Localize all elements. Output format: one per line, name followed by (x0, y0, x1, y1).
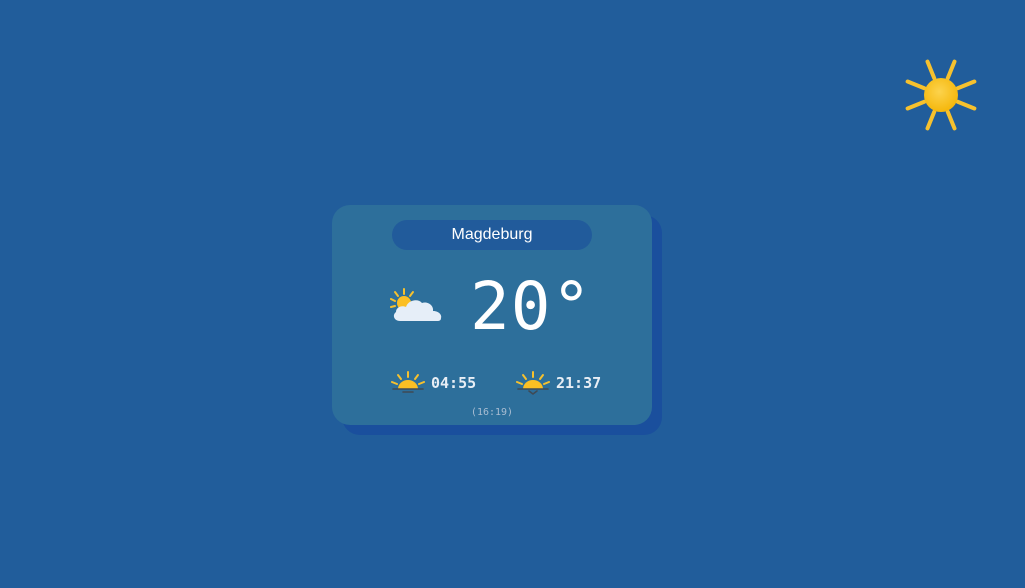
sunset-icon (516, 371, 550, 395)
city-name[interactable]: Magdeburg (392, 220, 592, 250)
sunset-time: 21:37 (556, 374, 602, 392)
sun-icon (905, 59, 977, 131)
last-updated: (16:19) (470, 407, 514, 418)
partly-cloudy-icon (390, 288, 442, 321)
temperature: 20° (470, 268, 593, 345)
sunrise: 04:55 (389, 369, 489, 395)
sunset: 21:37 (514, 369, 614, 395)
sunrise-time: 04:55 (431, 374, 477, 392)
weather-card: Magdeburg 20° 04:55 21:37 (16:19) (332, 205, 652, 425)
sunrise-icon (391, 371, 425, 393)
app-background: { "background_color": "#215d9b", "corner… (0, 0, 1025, 588)
